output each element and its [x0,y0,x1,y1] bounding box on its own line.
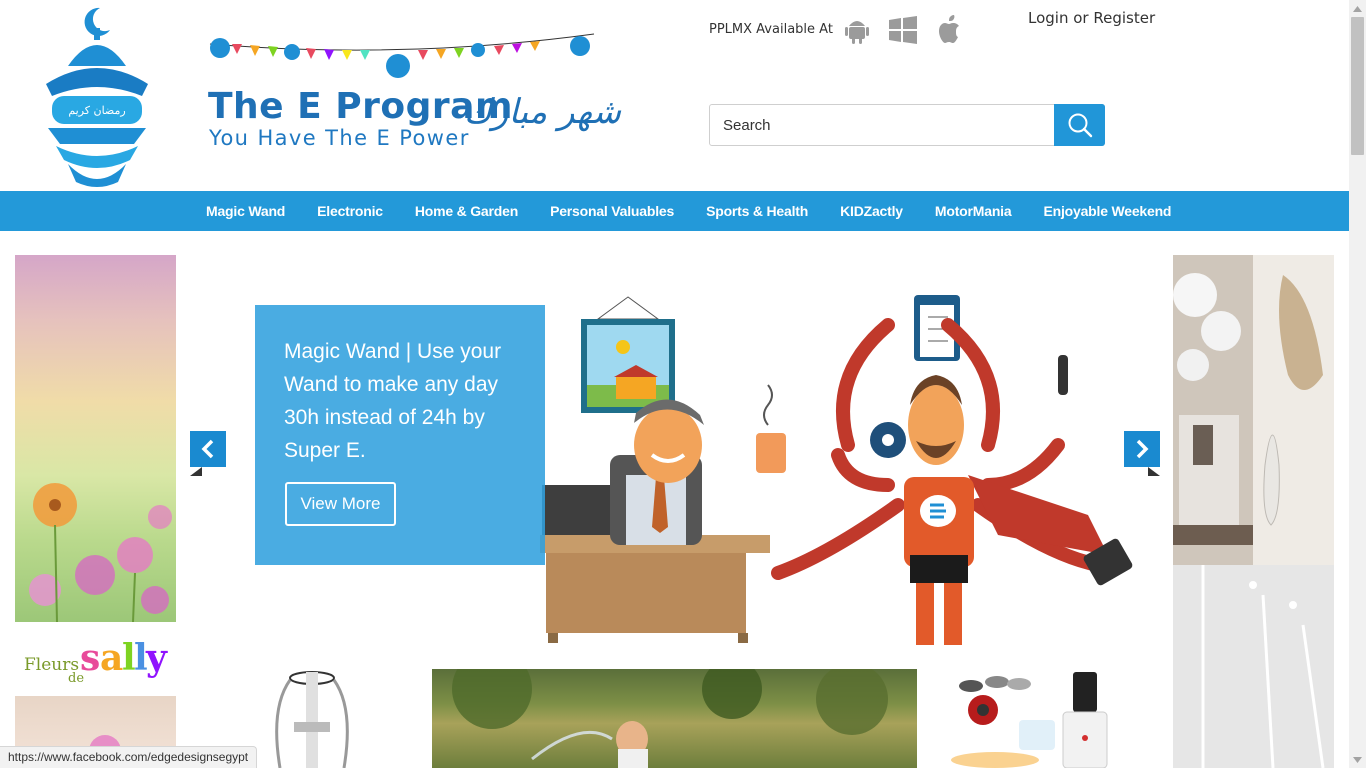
nav-item-magic-wand[interactable]: Magic Wand [190,191,301,231]
nav-item-sports-health[interactable]: Sports & Health [690,191,824,231]
android-icon[interactable] [841,14,873,46]
product-garden-scene[interactable] [432,669,917,768]
svg-text:y: y [145,637,168,679]
category-navbar: Magic Wand Electronic Home & Garden Pers… [0,191,1349,231]
svg-text:s: s [80,637,100,679]
login-link[interactable]: Login [1028,9,1068,27]
page-scrollbar[interactable] [1349,0,1366,768]
flowers-illustration [29,483,172,622]
caret-up-icon [1353,5,1362,12]
lantern-calligraphy: رمضان كريم [68,104,125,117]
slider-prev-button[interactable] [190,431,226,467]
view-more-button[interactable]: View More [285,482,396,526]
nav-item-enjoyable-weekend[interactable]: Enjoyable Weekend [1027,191,1187,231]
festive-bunting [209,33,595,78]
windows-icon[interactable] [887,14,919,46]
nav-item-kidzactly[interactable]: KIDZactly [824,191,919,231]
chevron-left-icon [201,439,214,459]
ramadan-lantern-logo: رمضان كريم [46,7,148,187]
available-at-label: PPLMX Available At [709,22,833,37]
scroll-up-button[interactable] [1349,0,1366,17]
product-garment-steamer[interactable] [250,668,380,768]
slider-next-button[interactable] [1124,431,1160,467]
apple-icon[interactable] [934,14,966,46]
nav-item-electronic[interactable]: Electronic [301,191,399,231]
left-banner-flowers[interactable] [15,255,176,622]
super-e-illustration [540,295,1133,645]
slide-caption-text: Magic Wand | Use your Wand to make any d… [284,340,502,462]
scrollbar-thumb[interactable] [1351,17,1364,155]
brand-arabic-greeting: شهر مبارك [464,92,622,132]
browser-status-url: https://www.facebook.com/edgedesignsegyp… [0,746,258,768]
svg-text:a: a [100,637,123,679]
caret-down-icon [1353,756,1362,763]
garden-illustration [452,669,888,768]
right-banner-interior[interactable] [1173,255,1334,565]
fleurs-de-sally-logo[interactable]: Fleurs de s a l l y [22,630,172,688]
scroll-down-button[interactable] [1349,751,1366,768]
kitchen-illustration [1173,565,1334,768]
nav-item-motormania[interactable]: MotorMania [919,191,1028,231]
search-input[interactable] [710,105,1054,145]
search-button[interactable] [1054,104,1105,146]
right-banner-kitchen[interactable] [1173,565,1334,768]
auth-separator: or [1073,9,1089,27]
product-food-processor[interactable] [945,668,1115,768]
search-icon [1068,113,1092,138]
brand-tagline: You Have The E Power [209,126,470,150]
search-box [709,104,1105,146]
register-link[interactable]: Register [1093,9,1155,27]
nav-item-home-garden[interactable]: Home & Garden [399,191,534,231]
interior-illustration [1173,255,1334,565]
auth-links: Login or Register [1028,9,1155,27]
nav-list: Magic Wand Electronic Home & Garden Pers… [190,191,1187,231]
nav-item-personal-valuables[interactable]: Personal Valuables [534,191,690,231]
chevron-right-icon [1136,439,1149,459]
